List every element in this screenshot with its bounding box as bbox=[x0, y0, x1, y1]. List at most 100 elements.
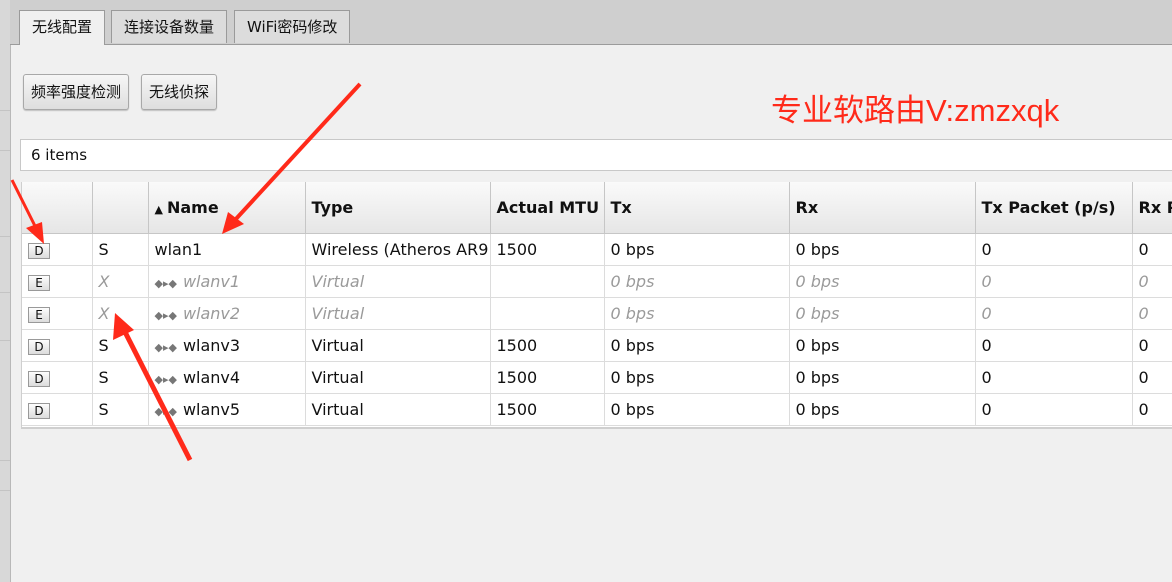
row-button: D bbox=[22, 393, 93, 426]
virtual-interface-icon: ◆▸◆ bbox=[154, 372, 177, 386]
disable-toggle-button[interactable]: D bbox=[28, 242, 50, 259]
row-tx-packet: 0 bbox=[975, 297, 1133, 330]
table-row[interactable]: D S ◆▸◆ wlanv4 Virtual 1500 0 bps 0 bps 0 0 bbox=[22, 361, 1172, 394]
disable-toggle-button[interactable]: D bbox=[28, 402, 50, 419]
row-name-label: wlanv1 bbox=[182, 271, 241, 291]
row-rx: 0 bps bbox=[789, 265, 976, 298]
freq-scan-button[interactable]: 频率强度检测 bbox=[23, 74, 130, 110]
row-rx-packet: 0 bbox=[1132, 393, 1172, 426]
table-row[interactable]: D S ◆▸◆ wlanv3 Virtual 1500 0 bps 0 bps 0 0 bbox=[22, 329, 1172, 362]
row-tx-packet: 0 bbox=[975, 329, 1133, 362]
row-rx-packet: 0 bbox=[1132, 297, 1172, 330]
row-tx-packet: 0 bbox=[975, 393, 1133, 426]
tab-connected-devices[interactable]: 连接设备数量 bbox=[111, 10, 228, 43]
row-name: ◆▸◆ wlanv4 bbox=[148, 361, 306, 394]
row-tx: 0 bps bbox=[604, 233, 790, 266]
column-header-type[interactable]: Type bbox=[305, 182, 491, 234]
table-row[interactable]: E X ◆▸◆ wlanv2 Virtual 0 bps 0 bps 0 0 bbox=[22, 297, 1172, 330]
row-name-label: wlanv5 bbox=[182, 399, 241, 419]
virtual-interface-icon: ◆▸◆ bbox=[154, 276, 177, 290]
row-tx: 0 bps bbox=[604, 265, 790, 298]
row-tx-packet: 0 bbox=[975, 361, 1133, 394]
table-row[interactable]: D Swlan1 Wireless (Atheros AR9 1500 0 bps 0 b… bbox=[22, 233, 1172, 266]
enable-toggle-button[interactable]: E bbox=[28, 306, 50, 323]
interface-table: ▲ Name Type Actual MTU Tx Rx Tx Packet (p… bbox=[21, 182, 1172, 429]
table-header-row: ▲ Name Type Actual MTU Tx Rx Tx Packet (p… bbox=[22, 182, 1172, 234]
row-type: Virtual bbox=[305, 297, 491, 330]
column-header-tx-packet[interactable]: Tx Packet (p/s) bbox=[975, 182, 1133, 234]
wireless-sniffer-button[interactable]: 无线侦探 bbox=[141, 74, 218, 110]
table-row[interactable]: E X ◆▸◆ wlanv1 Virtual 0 bps 0 bps 0 0 bbox=[22, 265, 1172, 298]
row-name-label: wlanv3 bbox=[182, 335, 241, 355]
row-type: Virtual bbox=[305, 329, 491, 362]
watermark-text: 专业软路由V:zmzxqk bbox=[771, 93, 1060, 128]
row-name-label: wlanv2 bbox=[182, 303, 241, 323]
row-name: wlan1 bbox=[148, 233, 306, 266]
row-flag: X bbox=[92, 297, 149, 330]
row-button: D bbox=[22, 361, 93, 394]
row-button: E bbox=[22, 265, 93, 298]
tab-wifi-password[interactable]: WiFi密码修改 bbox=[234, 10, 351, 43]
row-button: D bbox=[22, 233, 93, 266]
row-rx: 0 bps bbox=[789, 393, 976, 426]
column-header-flags[interactable] bbox=[92, 182, 149, 234]
row-rx: 0 bps bbox=[789, 361, 976, 394]
row-name: ◆▸◆ wlanv1 bbox=[148, 265, 306, 298]
row-mtu bbox=[490, 297, 605, 330]
enable-toggle-button[interactable]: E bbox=[28, 274, 50, 291]
row-name-label: wlan1 bbox=[154, 239, 203, 259]
row-rx: 0 bps bbox=[789, 329, 976, 362]
row-name-label: wlanv4 bbox=[182, 367, 241, 387]
row-type: Virtual bbox=[305, 361, 491, 394]
row-rx-packet: 0 bbox=[1132, 265, 1172, 298]
column-header-name[interactable]: ▲ Name bbox=[148, 182, 306, 234]
column-header-name-label: Name bbox=[166, 197, 219, 217]
item-count: 6 items bbox=[31, 146, 88, 164]
tab-bar: 无线配置 连接设备数量 WiFi密码修改 bbox=[10, 0, 1172, 45]
virtual-interface-icon: ◆▸◆ bbox=[154, 308, 177, 322]
row-mtu: 1500 bbox=[490, 329, 605, 362]
row-flag: S bbox=[92, 329, 149, 362]
row-mtu bbox=[490, 265, 605, 298]
row-flag: S bbox=[92, 233, 149, 266]
row-tx-packet: 0 bbox=[975, 233, 1133, 266]
virtual-interface-icon: ◆▸◆ bbox=[154, 340, 177, 354]
row-mtu: 1500 bbox=[490, 233, 605, 266]
row-mtu: 1500 bbox=[490, 393, 605, 426]
item-count-bar: 6 items bbox=[20, 139, 1172, 171]
row-flag: X bbox=[92, 265, 149, 298]
left-panel-strip bbox=[0, 0, 11, 582]
row-tx: 0 bps bbox=[604, 393, 790, 426]
table-row[interactable]: D S ◆▸◆ wlanv5 Virtual 1500 0 bps 0 bps 0 0 bbox=[22, 393, 1172, 426]
column-header-rx-packet[interactable]: Rx P bbox=[1132, 182, 1172, 234]
column-header-tx[interactable]: Tx bbox=[604, 182, 790, 234]
row-mtu: 1500 bbox=[490, 361, 605, 394]
row-name: ◆▸◆ wlanv5 bbox=[148, 393, 306, 426]
row-rx: 0 bps bbox=[789, 297, 976, 330]
row-type: Virtual bbox=[305, 393, 491, 426]
row-name: ◆▸◆ wlanv2 bbox=[148, 297, 306, 330]
sort-ascending-icon: ▲ bbox=[154, 202, 163, 216]
tab-wireless-config[interactable]: 无线配置 bbox=[19, 10, 106, 45]
column-header-button[interactable] bbox=[22, 182, 93, 234]
row-rx-packet: 0 bbox=[1132, 361, 1172, 394]
row-rx-packet: 0 bbox=[1132, 233, 1172, 266]
row-rx-packet: 0 bbox=[1132, 329, 1172, 362]
row-tx: 0 bps bbox=[604, 329, 790, 362]
disable-toggle-button[interactable]: D bbox=[28, 370, 50, 387]
row-type: Virtual bbox=[305, 265, 491, 298]
row-type: Wireless (Atheros AR9 bbox=[305, 233, 491, 266]
row-flag: S bbox=[92, 361, 149, 394]
virtual-interface-icon: ◆▸◆ bbox=[154, 404, 177, 418]
row-rx: 0 bps bbox=[789, 233, 976, 266]
row-button: E bbox=[22, 297, 93, 330]
row-tx: 0 bps bbox=[604, 361, 790, 394]
row-name: ◆▸◆ wlanv3 bbox=[148, 329, 306, 362]
disable-toggle-button[interactable]: D bbox=[28, 338, 50, 355]
row-flag: S bbox=[92, 393, 149, 426]
column-header-mtu[interactable]: Actual MTU bbox=[490, 182, 605, 234]
row-tx: 0 bps bbox=[604, 297, 790, 330]
column-header-rx[interactable]: Rx bbox=[789, 182, 976, 234]
row-button: D bbox=[22, 329, 93, 362]
row-tx-packet: 0 bbox=[975, 265, 1133, 298]
